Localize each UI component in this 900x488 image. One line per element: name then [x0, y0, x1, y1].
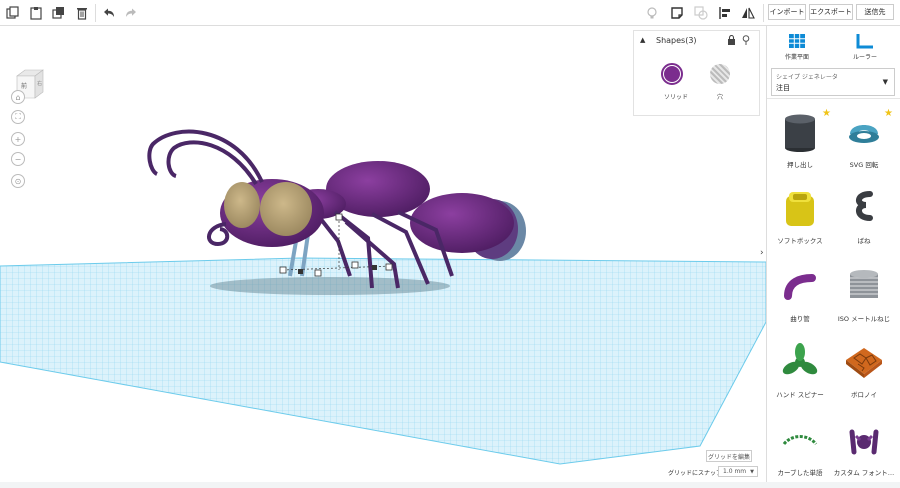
shape-label: SVG 回転 [849, 161, 879, 169]
hole-label: 穴 [717, 94, 724, 101]
chevron-down-icon: ▼ [750, 468, 754, 475]
shapes-inspector-panel: ▲ Shapes(3) ソリッド 穴 [633, 30, 760, 116]
shape-tile-soft-box[interactable]: ソフトボックス [770, 186, 830, 256]
solid-label: ソリッド [664, 94, 689, 101]
hand-spinner-icon [782, 343, 818, 375]
export-button[interactable]: エクスポート [809, 4, 853, 20]
ruler-tool-label: ルーラー [853, 54, 878, 61]
home-view-icon[interactable]: ⌂ [11, 90, 25, 104]
sidebar-collapse-icon[interactable]: › [760, 248, 764, 258]
top-toolbar: インポート エクスポート 送信先 [0, 0, 900, 26]
shape-label: ソフトボックス [777, 237, 823, 245]
duplicate-icon[interactable] [50, 4, 68, 22]
align-icon[interactable] [716, 4, 734, 22]
shape-tile-custom-font[interactable]: カスタム フォント… [834, 418, 894, 488]
snap-grid-value: 1.0 mm [723, 468, 747, 475]
shape-tile-hand-spinner[interactable]: ハンド スピナー [770, 340, 830, 410]
copy-icon[interactable] [4, 4, 22, 22]
shape-tile-iso-thread[interactable]: ISO メートルねじ [834, 264, 894, 334]
delete-icon[interactable] [73, 4, 91, 22]
caret-down-icon: ▼ [882, 78, 888, 86]
extrusion-icon [785, 114, 815, 152]
shapes-sidebar: 作業平面 ルーラー シェイプ ジェネレータ 注目 ▼ 押し出し ★ SVG 回転… [766, 26, 900, 482]
snap-grid-select[interactable]: 1.0 mm ▼ [718, 466, 758, 477]
shape-generator-value: 注目 [776, 84, 790, 92]
send-to-button[interactable]: 送信先 [856, 4, 894, 20]
svg-revolve-icon [849, 125, 879, 143]
workplane-grid-icon [789, 34, 805, 48]
shape-tile-svg-revolve[interactable]: SVG 回転 [834, 110, 894, 180]
redo-icon[interactable] [122, 4, 140, 22]
voronoi-icon [846, 348, 882, 378]
toolbar-divider [95, 4, 96, 22]
import-button[interactable]: インポート [768, 4, 806, 20]
shapes-panel-title: Shapes(3) [656, 36, 697, 45]
snap-grid-label: グリッドにスナップ [668, 470, 723, 477]
custom-font-icon [849, 429, 879, 455]
shape-label: カーブした単語 [777, 469, 823, 477]
zoom-in-icon[interactable]: + [11, 132, 25, 146]
shape-generator-label: シェイプ ジェネレータ [776, 74, 838, 81]
shape-tile-curved-word[interactable]: カーブした単語 [770, 418, 830, 488]
star-icon: ★ [822, 108, 831, 119]
workplane-tool-label: 作業平面 [785, 54, 810, 61]
zoom-out-icon[interactable]: − [11, 152, 25, 166]
soft-box-icon [786, 192, 814, 226]
shape-label: ボロノイ [851, 391, 877, 399]
lightbulb-icon[interactable] [643, 4, 661, 22]
shape-tile-voronoi[interactable]: ボロノイ [834, 340, 894, 410]
fit-view-icon[interactable]: ⛶ [11, 110, 25, 124]
collapse-panel-icon[interactable]: ▲ [640, 36, 645, 44]
view-cube-right-label: 右 [37, 81, 43, 87]
edit-grid-button[interactable]: グリッドを編集 [706, 450, 752, 462]
bent-pipe-icon [784, 274, 816, 300]
iso-thread-icon [850, 270, 878, 298]
solid-color-swatch[interactable] [661, 63, 683, 85]
workplane-tool-button[interactable]: 作業平面 [785, 32, 809, 61]
shape-label: 押し出し [787, 161, 813, 169]
mirror-icon[interactable] [739, 4, 757, 22]
ruler-tool-button[interactable]: ルーラー [853, 32, 877, 61]
lock-icon[interactable] [727, 34, 736, 47]
perspective-icon[interactable]: ⊙ [11, 174, 25, 188]
star-icon: ★ [884, 108, 893, 119]
shape-label: 曲り管 [790, 315, 810, 323]
light-pin-icon[interactable] [742, 35, 750, 47]
workplane-viewport[interactable]: 前 右 ⌂ ⛶ + − ⊙ ▲ Shapes(3) ソリッド 穴 グリッドを編集… [0, 26, 766, 482]
undo-icon[interactable] [100, 4, 118, 22]
shape-tile-extrusion[interactable]: 押し出し [770, 110, 830, 180]
shape-tile-bent-pipe[interactable]: 曲り管 [770, 264, 830, 334]
shape-generator-select[interactable]: シェイプ ジェネレータ 注目 ▼ [771, 68, 895, 96]
toolbar-divider [763, 4, 764, 22]
group-icon[interactable] [692, 4, 710, 22]
ruler-icon [856, 34, 873, 49]
spring-icon [856, 191, 873, 221]
shape-tile-spring[interactable]: ばね [834, 186, 894, 256]
paste-icon[interactable] [27, 4, 45, 22]
hole-swatch[interactable] [710, 64, 730, 84]
curved-word-icon [782, 435, 818, 446]
shape-label: カスタム フォント… [833, 469, 895, 477]
divider [767, 98, 900, 99]
shape-label: ばね [857, 237, 871, 245]
view-cube-front-label: 前 [21, 83, 28, 90]
shape-label: ハンド スピナー [776, 391, 824, 399]
note-icon[interactable] [668, 4, 686, 22]
shape-label: ISO メートルねじ [837, 315, 891, 323]
